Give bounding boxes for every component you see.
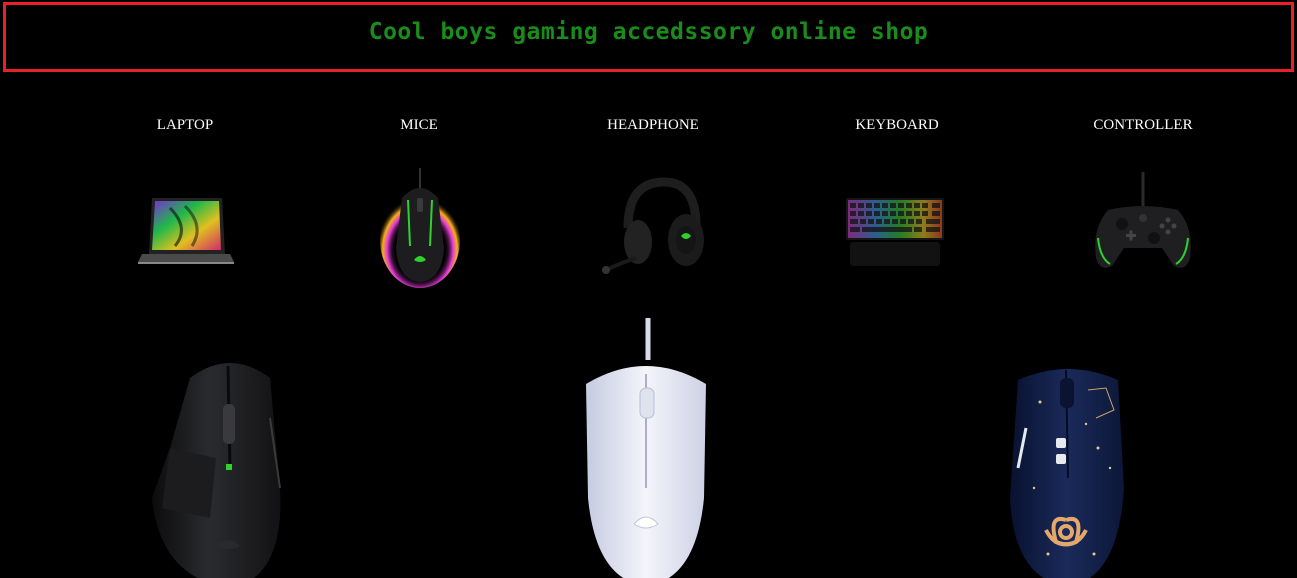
category-label-mice[interactable]: MICE (304, 112, 534, 138)
category-mice[interactable]: MICE (304, 112, 534, 288)
keyboard-image[interactable] (842, 168, 952, 288)
category-keyboard[interactable]: KEYBOARD (782, 112, 1012, 288)
product-white-mouse-image[interactable] (556, 318, 736, 578)
category-label-laptop[interactable]: LAPTOP (70, 112, 300, 138)
category-label-controller[interactable]: CONTROLLER (1028, 112, 1258, 138)
product-black-mouse-image[interactable] (140, 318, 320, 578)
laptop-image[interactable] (130, 168, 240, 288)
category-laptop[interactable]: LAPTOP (70, 112, 300, 288)
category-headphone[interactable]: HEADPHONE (538, 112, 768, 288)
category-label-headphone[interactable]: HEADPHONE (538, 112, 768, 138)
headphone-image[interactable] (598, 168, 708, 288)
mouse-image[interactable] (364, 168, 474, 288)
category-controller[interactable]: CONTROLLER (1028, 112, 1258, 288)
category-label-keyboard[interactable]: KEYBOARD (782, 112, 1012, 138)
product-navy-mouse-image[interactable] (978, 318, 1158, 578)
controller-image[interactable] (1088, 168, 1198, 288)
page-title: Cool boys gaming accedssory online shop (368, 19, 929, 45)
header-banner: Cool boys gaming accedssory online shop (3, 2, 1294, 72)
